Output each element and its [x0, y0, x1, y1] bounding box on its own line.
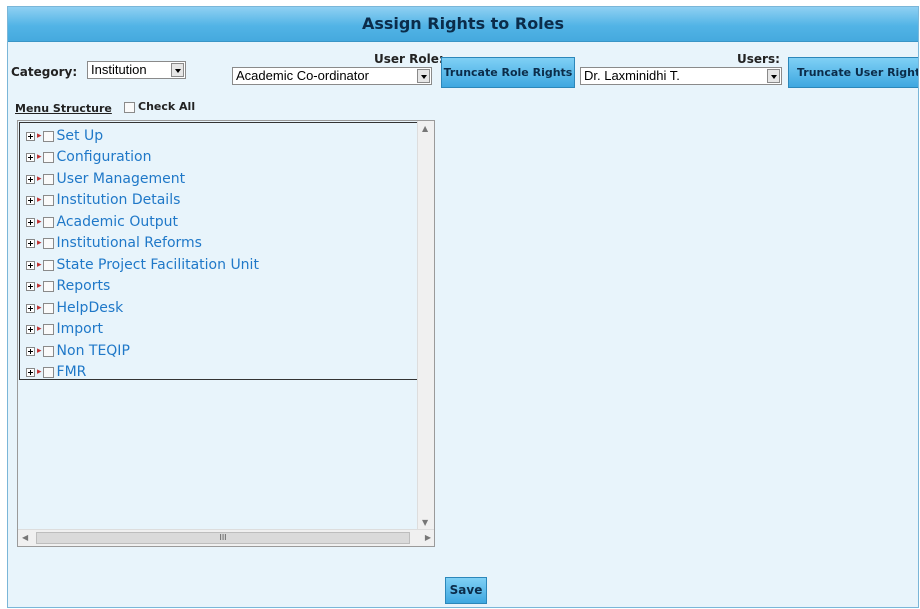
tree-node-non-teqip[interactable]: ▸ Non TEQIP: [26, 341, 130, 361]
expand-icon[interactable]: [26, 217, 35, 227]
tree-node-label[interactable]: Academic Output: [57, 214, 178, 230]
title-bar: Assign Rights to Roles: [8, 7, 918, 42]
tree-checkbox[interactable]: [42, 130, 54, 142]
expand-icon[interactable]: [26, 131, 35, 141]
chevron-down-icon[interactable]: [767, 69, 780, 83]
tree-node-set-up[interactable]: ▸ Set Up: [26, 126, 103, 146]
check-all-label: Check All: [138, 100, 196, 113]
user-role-select[interactable]: Academic Co-ordinator: [232, 67, 432, 85]
arrow-bullet-icon: ▸: [37, 324, 42, 334]
category-select[interactable]: Institution: [87, 61, 186, 79]
expand-icon[interactable]: [26, 174, 35, 184]
arrow-bullet-icon: ▸: [37, 217, 42, 227]
save-button[interactable]: Save: [445, 577, 487, 604]
arrow-bullet-icon: ▸: [37, 174, 42, 184]
arrow-bullet-icon: ▸: [37, 131, 42, 141]
expand-icon[interactable]: [26, 346, 35, 356]
arrow-bullet-icon: ▸: [37, 238, 42, 248]
expand-icon[interactable]: [26, 303, 35, 313]
menu-tree: ▸ Set Up ▸ Configuration ▸ User Management …: [19, 122, 425, 380]
tree-node-label[interactable]: User Management: [57, 171, 186, 187]
expand-icon[interactable]: [26, 195, 35, 205]
tree-checkbox[interactable]: [42, 237, 54, 249]
check-all-checkbox[interactable]: [124, 101, 135, 113]
vertical-scrollbar[interactable]: ▲ ▼: [417, 121, 434, 530]
tree-node-fmr[interactable]: ▸ FMR: [26, 362, 86, 382]
scroll-right-icon[interactable]: ▶: [425, 533, 431, 542]
expand-icon[interactable]: [26, 324, 35, 334]
tree-node-label[interactable]: Import: [57, 321, 103, 337]
menu-structure-label: Menu Structure: [15, 102, 112, 115]
tree-checkbox[interactable]: [42, 302, 54, 314]
tree-node-academic-output[interactable]: ▸ Academic Output: [26, 212, 178, 232]
tree-node-helpdesk[interactable]: ▸ HelpDesk: [26, 298, 123, 318]
expand-icon[interactable]: [26, 367, 35, 377]
arrow-bullet-icon: ▸: [37, 303, 42, 313]
assign-rights-panel: Assign Rights to Roles Category: Institu…: [7, 6, 919, 608]
tree-checkbox[interactable]: [42, 280, 54, 292]
tree-node-configuration[interactable]: ▸ Configuration: [26, 147, 151, 167]
tree-checkbox[interactable]: [42, 345, 54, 357]
tree-node-label[interactable]: State Project Facilitation Unit: [57, 257, 259, 273]
tree-node-user-management[interactable]: ▸ User Management: [26, 169, 185, 189]
scroll-left-icon[interactable]: ◀: [22, 533, 28, 542]
tree-node-import[interactable]: ▸ Import: [26, 319, 103, 339]
users-label: Users:: [737, 52, 780, 66]
menu-tree-container: ▸ Set Up ▸ Configuration ▸ User Management …: [17, 120, 435, 547]
horizontal-scroll-thumb[interactable]: III: [36, 532, 410, 544]
tree-node-label[interactable]: Non TEQIP: [57, 343, 130, 359]
tree-node-reports[interactable]: ▸ Reports: [26, 276, 110, 296]
arrow-bullet-icon: ▸: [37, 367, 42, 377]
user-role-value: Academic Co-ordinator: [236, 68, 369, 83]
user-role-label: User Role:: [374, 52, 444, 66]
chevron-down-icon[interactable]: [171, 63, 184, 77]
expand-icon[interactable]: [26, 152, 35, 162]
tree-node-state-project-facilitation-unit[interactable]: ▸ State Project Facilitation Unit: [26, 255, 259, 275]
category-label: Category:: [11, 65, 78, 79]
tree-checkbox[interactable]: [42, 194, 54, 206]
scroll-down-icon[interactable]: ▼: [422, 518, 428, 527]
tree-node-label[interactable]: Institutional Reforms: [57, 235, 202, 251]
category-value: Institution: [91, 62, 147, 77]
truncate-role-rights-button[interactable]: Truncate Role Rights: [441, 57, 575, 88]
arrow-bullet-icon: ▸: [37, 260, 42, 270]
arrow-bullet-icon: ▸: [37, 346, 42, 356]
tree-checkbox[interactable]: [42, 151, 54, 163]
arrow-bullet-icon: ▸: [37, 152, 42, 162]
expand-icon[interactable]: [26, 281, 35, 291]
scroll-up-icon[interactable]: ▲: [422, 124, 428, 133]
horizontal-scrollbar[interactable]: ◀ III ▶: [18, 529, 434, 546]
chevron-down-icon[interactable]: [417, 69, 430, 83]
arrow-bullet-icon: ▸: [37, 281, 42, 291]
truncate-user-rights-button[interactable]: Truncate User Rights: [788, 57, 918, 88]
users-value: Dr. Laxminidhi T.: [584, 68, 680, 83]
tree-node-label[interactable]: Institution Details: [57, 192, 181, 208]
tree-checkbox[interactable]: [42, 323, 54, 335]
expand-icon[interactable]: [26, 260, 35, 270]
tree-node-institutional-reforms[interactable]: ▸ Institutional Reforms: [26, 233, 202, 253]
tree-checkbox[interactable]: [42, 366, 54, 378]
tree-checkbox[interactable]: [42, 216, 54, 228]
tree-node-label[interactable]: HelpDesk: [57, 300, 124, 316]
expand-icon[interactable]: [26, 238, 35, 248]
tree-node-label[interactable]: FMR: [57, 364, 87, 380]
scroll-thumb-grip: III: [219, 533, 227, 542]
tree-checkbox[interactable]: [42, 259, 54, 271]
page-title: Assign Rights to Roles: [361, 14, 565, 33]
arrow-bullet-icon: ▸: [37, 195, 42, 205]
tree-node-label[interactable]: Reports: [57, 278, 111, 294]
tree-node-label[interactable]: Set Up: [57, 128, 104, 144]
users-select[interactable]: Dr. Laxminidhi T.: [580, 67, 782, 85]
tree-node-institution-details[interactable]: ▸ Institution Details: [26, 190, 180, 210]
tree-checkbox[interactable]: [42, 173, 54, 185]
tree-node-label[interactable]: Configuration: [57, 149, 152, 165]
check-all[interactable]: Check All: [124, 100, 195, 113]
